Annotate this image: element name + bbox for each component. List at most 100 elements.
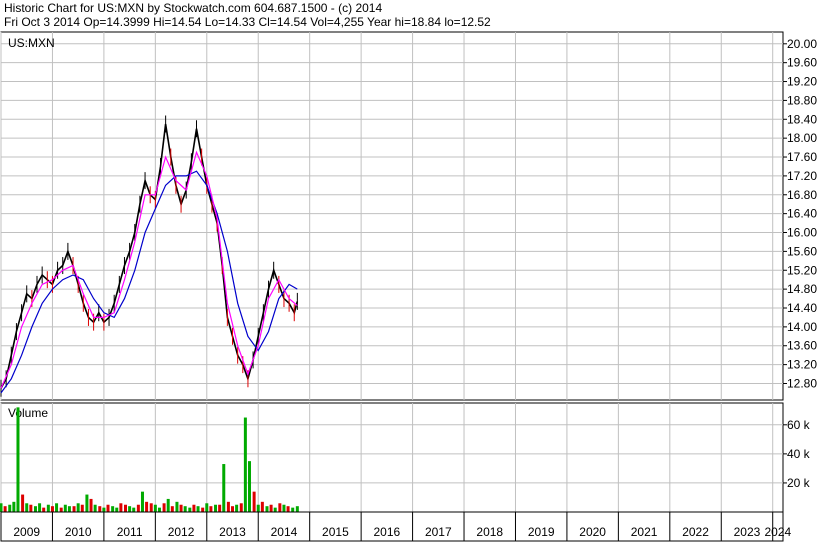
- volume-bar: [183, 506, 187, 512]
- volume-bar: [231, 506, 235, 512]
- volume-bar: [67, 506, 71, 512]
- volume-bar: [3, 506, 7, 512]
- volume-panel-title: Volume: [8, 406, 48, 420]
- volume-bar: [16, 407, 20, 512]
- x-tick-label: 2019: [528, 525, 555, 539]
- volume-bar: [50, 506, 54, 512]
- volume-bar: [209, 506, 213, 512]
- volume-bar: [170, 506, 174, 512]
- volume-bar: [76, 503, 80, 512]
- volume-bar: [124, 504, 128, 512]
- volume-bar: [201, 507, 205, 512]
- volume-bar: [111, 506, 115, 512]
- volume-bar: [0, 503, 3, 512]
- volume-bar: [115, 507, 119, 512]
- volume-bar: [132, 507, 136, 512]
- volume-bar: [222, 464, 226, 512]
- volume-bar: [291, 507, 295, 512]
- volume-bar: [243, 417, 247, 512]
- x-axis: 2009 2010 2011 2012 2013 2014 2015 2016 2017 2018…: [0, 511, 792, 542]
- volume-bar: [192, 504, 196, 512]
- volume-bar: [12, 501, 16, 512]
- volume-bar: [145, 501, 149, 512]
- price-y-tick-label: 18.40: [787, 112, 817, 126]
- volume-bar: [128, 506, 132, 512]
- x-tick-label: 2020: [579, 525, 606, 539]
- volume-bar: [85, 494, 89, 512]
- volume-y-axis: 60 k 40 k 20 k: [783, 418, 811, 490]
- volume-bar: [33, 506, 37, 512]
- volume-bar: [102, 507, 106, 512]
- volume-y-tick-label: 60 k: [787, 418, 811, 432]
- volume-bar: [269, 504, 273, 512]
- chart-canvas: Historic Chart for US:MXN by Stockwatch.…: [0, 1, 817, 542]
- x-tick-label: 2010: [65, 525, 92, 539]
- volume-bar: [21, 494, 25, 512]
- price-y-tick-label: 19.60: [787, 56, 817, 70]
- volume-bar: [55, 503, 59, 512]
- x-tick-label: 2018: [476, 525, 503, 539]
- price-y-tick-label: 17.60: [787, 150, 817, 164]
- volume-bar: [8, 504, 12, 512]
- price-plot-frame: [0, 31, 784, 401]
- volume-y-tick-label: 40 k: [787, 447, 811, 461]
- chart-header-line2: Fri Oct 3 2014 Op=14.3999 Hi=14.54 Lo=14…: [4, 15, 491, 29]
- volume-bar: [273, 507, 277, 512]
- volume-bar: [218, 504, 222, 512]
- price-y-tick-label: 12.80: [787, 376, 817, 390]
- price-panel: 20.00 19.60 19.20 18.80 18.40 18.00 17.60 17.20…: [0, 31, 817, 401]
- volume-bar: [72, 506, 76, 512]
- volume-bar: [29, 504, 33, 512]
- volume-bar: [25, 503, 29, 512]
- volume-bar: [252, 491, 256, 512]
- volume-bar: [247, 461, 251, 512]
- volume-bar: [153, 504, 157, 512]
- volume-bar: [162, 503, 166, 512]
- volume-bar: [235, 504, 239, 512]
- volume-bar: [42, 507, 46, 512]
- volume-bar: [136, 504, 140, 512]
- volume-bar: [282, 504, 286, 512]
- volume-bar: [214, 504, 218, 512]
- price-y-tick-label: 20.00: [787, 37, 817, 51]
- x-tick-label: 2021: [631, 525, 658, 539]
- price-y-tick-label: 14.40: [787, 301, 817, 315]
- historic-chart: Historic Chart for US:MXN by Stockwatch.…: [0, 0, 830, 543]
- volume-bar: [239, 503, 243, 512]
- volume-bar: [80, 504, 84, 512]
- x-tick-label: 2024: [765, 525, 792, 539]
- price-y-tick-label: 17.20: [787, 169, 817, 183]
- volume-bar: [63, 504, 67, 512]
- price-y-tick-label: 14.00: [787, 320, 817, 334]
- volume-bar: [140, 491, 144, 512]
- x-tick-label: 2011: [117, 525, 143, 539]
- volume-bar: [196, 506, 200, 512]
- volume-bar: [175, 501, 179, 512]
- x-tick-label: 2015: [322, 525, 349, 539]
- volume-bar: [179, 504, 183, 512]
- volume-plot-frame: [0, 402, 784, 513]
- x-tick-label: 2013: [219, 525, 246, 539]
- volume-bar: [295, 506, 299, 512]
- x-tick-label: 2023: [734, 525, 761, 539]
- volume-bar: [256, 504, 260, 512]
- volume-bar: [166, 498, 170, 512]
- x-tick-label: 2016: [374, 525, 401, 539]
- price-y-tick-label: 19.20: [787, 75, 817, 89]
- volume-bar: [98, 506, 102, 512]
- volume-y-tick-label: 20 k: [787, 476, 811, 490]
- price-panel-title: US:MXN: [8, 36, 55, 50]
- volume-bar: [260, 501, 264, 512]
- volume-bar: [93, 504, 97, 512]
- x-tick-label: 2022: [682, 525, 709, 539]
- volume-bar: [89, 498, 93, 512]
- price-y-tick-label: 18.00: [787, 131, 817, 145]
- x-tick-label: 2012: [168, 525, 195, 539]
- volume-bar: [46, 504, 50, 512]
- x-tick-label: 2017: [425, 525, 452, 539]
- price-y-tick-label: 16.80: [787, 188, 817, 202]
- volume-bar: [149, 503, 153, 512]
- chart-header-line1: Historic Chart for US:MXN by Stockwatch.…: [4, 1, 382, 15]
- volume-bar: [205, 503, 209, 512]
- price-y-tick-label: 14.80: [787, 282, 817, 296]
